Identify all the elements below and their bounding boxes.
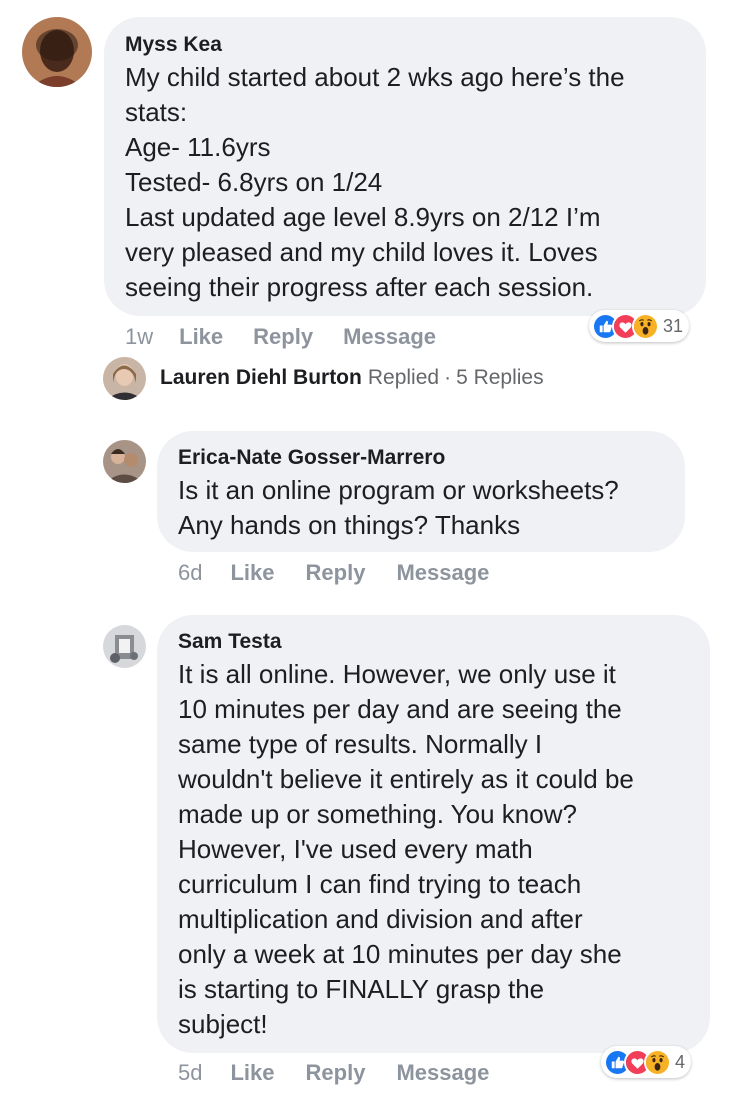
comment-actions-erica-nate: 6d Like Reply Message	[178, 560, 489, 586]
like-button[interactable]: Like	[230, 560, 274, 586]
reply-button[interactable]: Reply	[306, 1060, 366, 1086]
avatar-myss-kea[interactable]	[22, 17, 92, 87]
profile-photo-icon	[103, 625, 146, 668]
like-button[interactable]: Like	[230, 1060, 274, 1086]
comment-actions-myss-kea: 1w Like Reply Message	[125, 324, 436, 350]
comment-time[interactable]: 5d	[178, 1060, 202, 1086]
reaction-summary-myss-kea[interactable]: 31	[589, 310, 690, 342]
message-button[interactable]: Message	[396, 560, 489, 586]
comment-text-erica-nate: Is it an online program or worksheets? A…	[178, 475, 619, 540]
comment-actions-sam-testa: 5d Like Reply Message	[178, 1060, 489, 1086]
reply-button[interactable]: Reply	[306, 560, 366, 586]
comment-author-sam-testa[interactable]: Sam Testa	[178, 630, 282, 654]
avatar-sam-testa[interactable]	[103, 625, 146, 668]
reaction-summary-sam-testa[interactable]: 4	[601, 1046, 692, 1078]
avatar-erica-nate[interactable]	[103, 440, 146, 483]
wow-icon	[644, 1048, 671, 1076]
comment-author-myss-kea[interactable]: Myss Kea	[125, 33, 222, 57]
comment-text-sam-testa: It is all online. However, we only use i…	[178, 659, 634, 1039]
profile-photo-icon	[103, 357, 146, 400]
reaction-count: 31	[663, 315, 684, 336]
profile-photo-icon	[22, 17, 92, 87]
message-button[interactable]: Message	[396, 1060, 489, 1086]
profile-photo-icon	[103, 440, 146, 483]
comment-author-erica-nate[interactable]: Erica-Nate Gosser-Marrero	[178, 446, 445, 470]
comment-time[interactable]: 6d	[178, 560, 202, 586]
like-button[interactable]: Like	[179, 324, 223, 350]
replies-count-link[interactable]: 5 Replies	[456, 366, 544, 390]
replies-summary[interactable]: Lauren Diehl Burton Replied · 5 Replies	[160, 366, 544, 390]
reply-button[interactable]: Reply	[253, 324, 313, 350]
message-button[interactable]: Message	[343, 324, 436, 350]
wow-icon	[632, 312, 659, 340]
separator-dot: ·	[444, 366, 452, 389]
replied-label: Replied	[367, 366, 440, 389]
avatar-lauren-diehl-burton[interactable]	[103, 357, 146, 400]
comment-text-myss-kea: My child started about 2 wks ago here’s …	[125, 62, 625, 302]
comment-time[interactable]: 1w	[125, 324, 153, 350]
reaction-count: 4	[675, 1051, 686, 1072]
reply-author[interactable]: Lauren Diehl Burton	[160, 366, 362, 390]
